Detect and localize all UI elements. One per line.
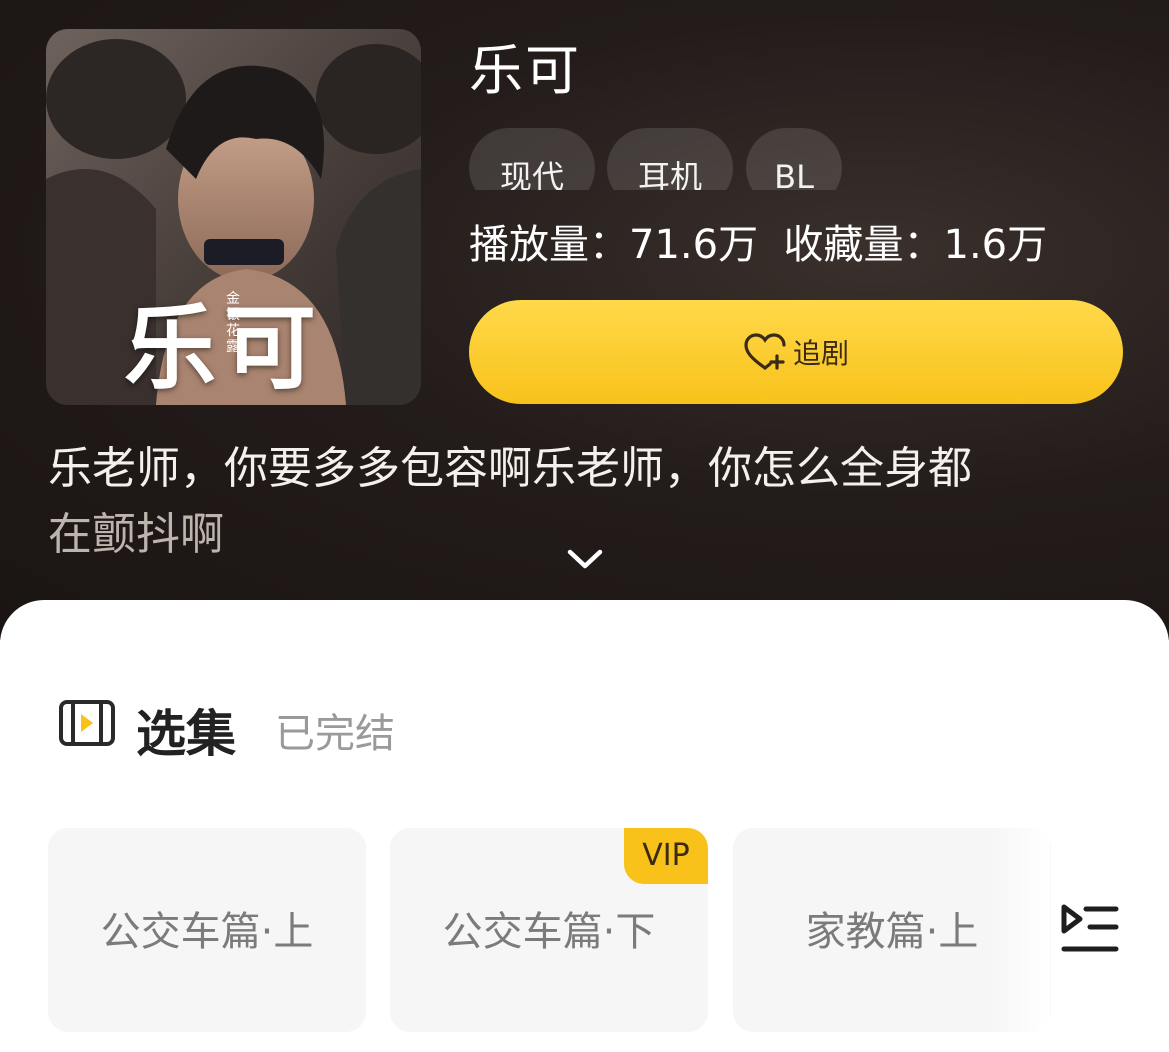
section-title: 选集	[136, 705, 236, 763]
tag-chip[interactable]: 耳机	[607, 128, 733, 190]
episode-label: 公交车篇·下	[442, 909, 656, 955]
heart-plus-icon	[744, 333, 786, 370]
completion-status: 已完结	[275, 711, 395, 757]
description-line: 乐老师，你要多多包容啊乐老师，你怎么全身都	[48, 443, 972, 494]
favorites-count: 1.6万	[943, 222, 1048, 268]
vip-badge: VIP	[624, 828, 708, 884]
plays-count: 71.6万	[629, 222, 759, 268]
follow-button[interactable]: 追剧	[469, 300, 1123, 404]
film-play-icon	[59, 700, 115, 746]
tag-chip[interactable]: BL	[746, 128, 842, 190]
follow-label: 追剧	[792, 337, 849, 370]
playlist-icon[interactable]	[1060, 903, 1120, 955]
drama-title: 乐可	[469, 39, 581, 102]
scroll-fade	[990, 820, 1050, 1040]
chevron-down-icon[interactable]	[566, 544, 604, 574]
tag-list: 现代 耳机 BL	[469, 128, 869, 190]
tag-chip[interactable]: 现代	[469, 128, 595, 190]
episode-card[interactable]: 公交车篇·上	[48, 828, 366, 1032]
episode-label: 公交车篇·上	[100, 909, 314, 955]
episode-card[interactable]: VIP 公交车篇·下	[390, 828, 708, 1032]
stats-row: 播放量：71.6万 收藏量：1.6万	[469, 218, 1047, 272]
cover-title-art: 乐可	[124, 294, 325, 402]
favorites-label: 收藏量：	[783, 222, 944, 268]
cover-image[interactable]: 乐可 金银花露	[46, 29, 421, 405]
plays-label: 播放量：	[469, 222, 629, 268]
cover-seal-art: 金银花露	[226, 291, 240, 355]
